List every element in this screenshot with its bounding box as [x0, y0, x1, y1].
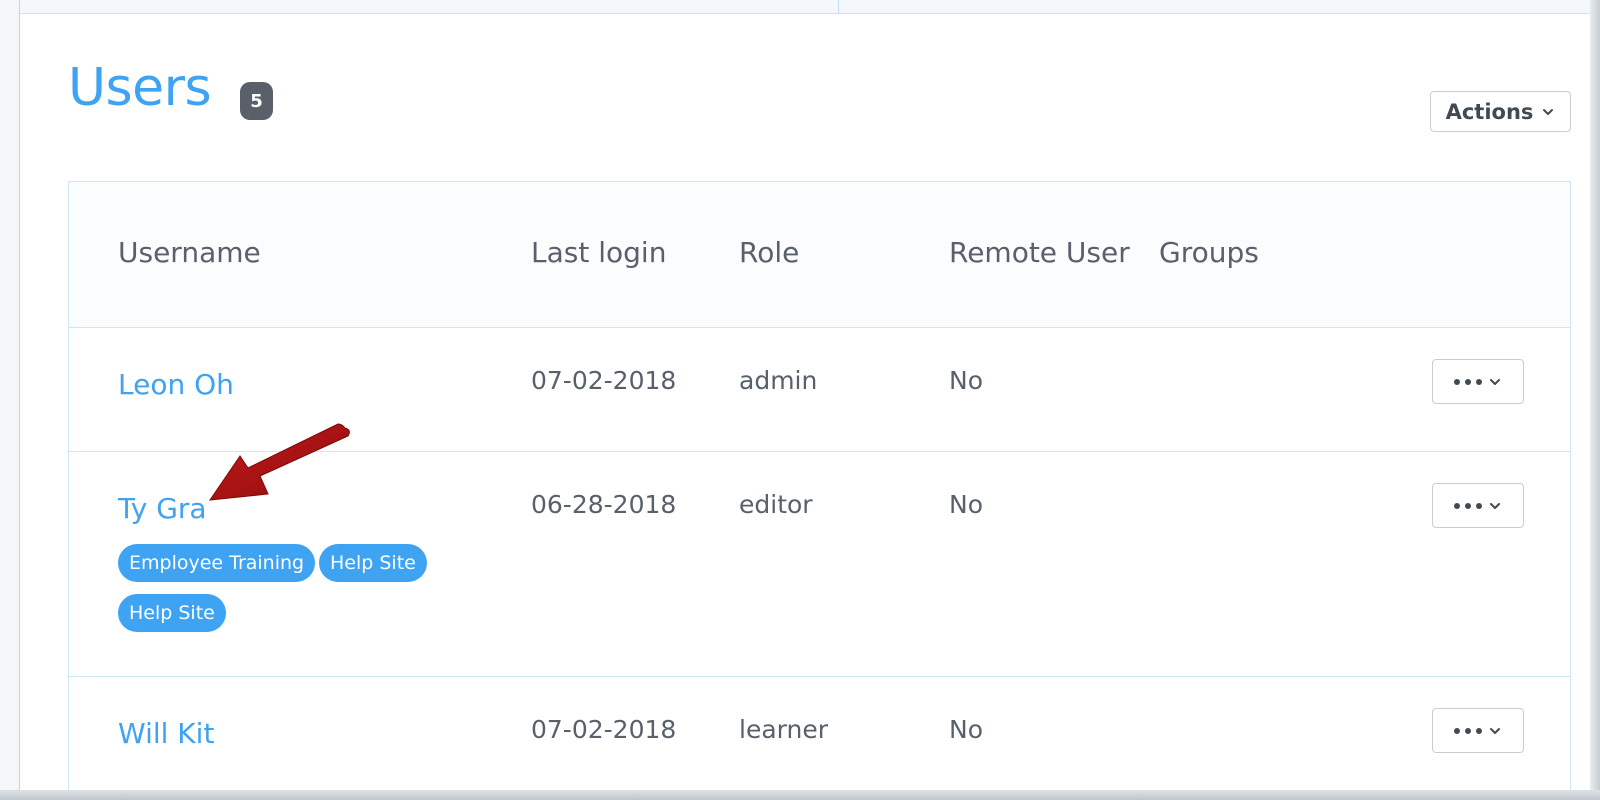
chevron-down-icon: [1490, 378, 1500, 385]
column-header-role[interactable]: Role: [739, 236, 799, 269]
window-shadow-bottom: [0, 790, 1600, 800]
window-shadow-right: [1590, 0, 1600, 800]
more-dots-icon: [1454, 727, 1482, 734]
top-bar: [20, 0, 1590, 14]
remote-user: No: [949, 366, 983, 395]
top-bar-divider: [838, 0, 839, 14]
row-menu-button[interactable]: [1432, 483, 1524, 528]
username-link[interactable]: Leon Oh: [118, 368, 234, 401]
left-panel-edge: [0, 0, 20, 800]
page-title: Users: [68, 58, 212, 118]
username-link[interactable]: Ty Gra: [118, 492, 207, 525]
role: editor: [739, 490, 813, 519]
app-window: Users 5 Actions Username Last login Role…: [0, 0, 1600, 800]
last-login: 07-02-2018: [531, 715, 677, 744]
table-row: Will Kit 07-02-2018 learner No: [69, 677, 1570, 800]
table-header: Username Last login Role Remote User Gro…: [69, 182, 1570, 328]
column-header-groups[interactable]: Groups: [1159, 236, 1259, 269]
column-header-remote-user[interactable]: Remote User: [949, 236, 1130, 269]
last-login: 07-02-2018: [531, 366, 677, 395]
column-header-username[interactable]: Username: [118, 236, 261, 269]
actions-button[interactable]: Actions: [1430, 91, 1571, 132]
role: admin: [739, 366, 818, 395]
column-header-last-login[interactable]: Last login: [531, 236, 666, 269]
role: learner: [739, 715, 828, 744]
chevron-down-icon: [1490, 502, 1500, 509]
chevron-down-icon: [1543, 108, 1554, 115]
remote-user: No: [949, 490, 983, 519]
group-tag[interactable]: Help Site: [319, 544, 427, 582]
user-count-badge: 5: [240, 82, 273, 120]
chevron-down-icon: [1490, 727, 1500, 734]
group-tag[interactable]: Employee Training: [118, 544, 316, 582]
username-link[interactable]: Will Kit: [118, 717, 214, 750]
more-dots-icon: [1454, 378, 1482, 385]
row-menu-button[interactable]: [1432, 708, 1524, 753]
arrow-annotation-icon: [208, 423, 350, 501]
row-menu-button[interactable]: [1432, 359, 1524, 404]
remote-user: No: [949, 715, 983, 744]
last-login: 06-28-2018: [531, 490, 677, 519]
more-dots-icon: [1454, 502, 1482, 509]
actions-button-label: Actions: [1445, 99, 1534, 124]
group-tag[interactable]: Help Site: [118, 594, 226, 632]
